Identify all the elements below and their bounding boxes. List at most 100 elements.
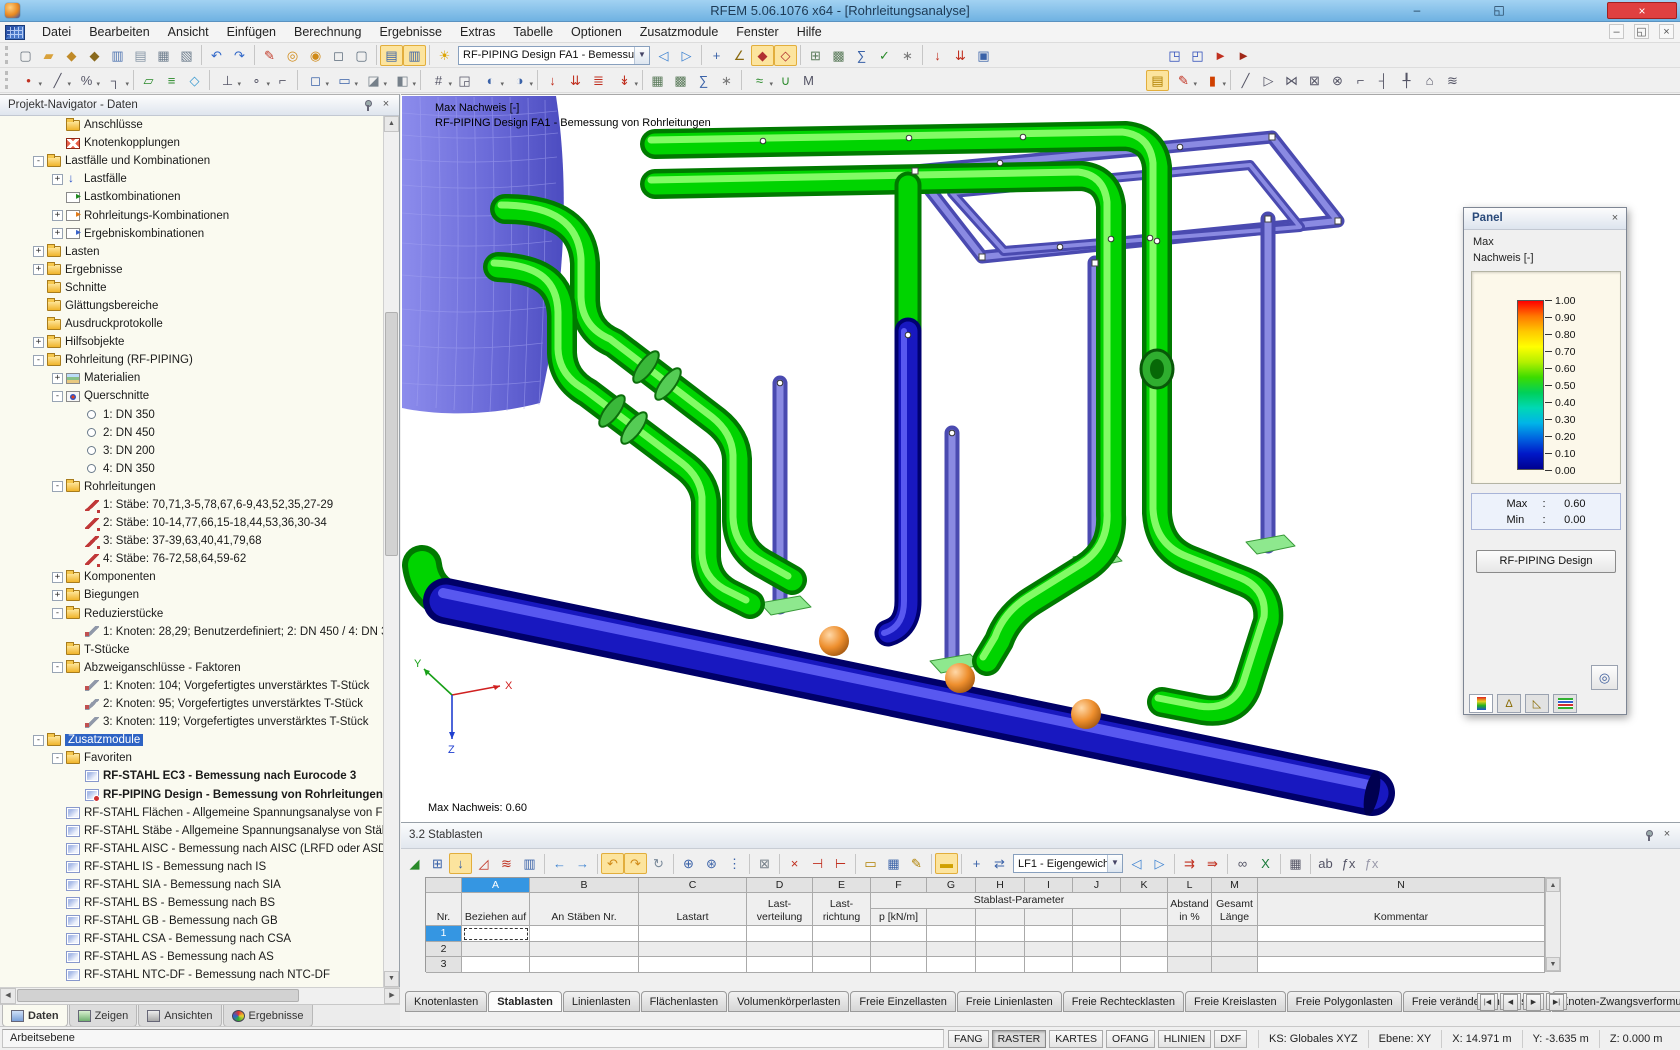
mesh-refine-icon[interactable]: ▩ [669, 70, 692, 91]
combobox-dropdown-icon[interactable]: ▼ [1107, 855, 1122, 872]
calculator-icon[interactable]: ▦ [1284, 853, 1307, 874]
insert-node-member-icon[interactable]: ╀ [1395, 70, 1418, 91]
insert-polyline-icon[interactable]: ▷ [1257, 70, 1280, 91]
toolbar-grip[interactable] [5, 46, 11, 64]
tree-item[interactable]: T-Stücke [0, 641, 384, 659]
case-prev-icon[interactable]: ◁ [1125, 853, 1148, 874]
expander-icon[interactable]: + [33, 264, 44, 275]
menu-item[interactable]: Hilfe [788, 23, 831, 41]
insert-corner-icon[interactable]: ⌐ [1349, 70, 1372, 91]
zoom-node-icon[interactable]: ◉ [304, 45, 327, 66]
ab-equals-icon[interactable]: ab [1314, 853, 1337, 874]
fx-off-icon[interactable]: ƒx [1360, 853, 1383, 874]
mdi-restore-button[interactable]: ◱ [1634, 24, 1649, 39]
column-letter-I[interactable]: I [1025, 878, 1073, 893]
scroll-down-icon[interactable]: ▼ [384, 971, 399, 987]
tree-item[interactable]: + Ergebnisse [0, 261, 384, 279]
cell-N2[interactable] [1258, 942, 1545, 958]
menu-item[interactable]: Fenster [727, 23, 787, 41]
cell-J1[interactable] [1073, 926, 1121, 942]
column-letter-G[interactable]: G [927, 878, 976, 893]
tab-ergebnisse[interactable]: Ergebnisse [223, 1005, 313, 1027]
import-loads-icon[interactable]: + [965, 853, 988, 874]
cell-A3[interactable] [462, 957, 530, 973]
tree-item[interactable]: + Biegungen [0, 586, 384, 604]
cell-E2[interactable] [813, 942, 871, 958]
cell-L2[interactable] [1168, 942, 1212, 958]
cell-B3[interactable] [530, 957, 639, 973]
column-letter-B[interactable]: B [530, 878, 639, 893]
to-module-icon[interactable]: ◳ [1163, 45, 1186, 66]
tree-item[interactable]: - Favoriten [0, 749, 384, 767]
table-refresh-icon[interactable]: ↻ [647, 853, 670, 874]
close-button[interactable]: × [1607, 2, 1677, 19]
status-toggle-button[interactable]: RASTER [992, 1030, 1047, 1048]
column-letter-L[interactable]: L [1168, 878, 1212, 893]
import-model-icon[interactable]: ◆ [60, 45, 83, 66]
new-surface-icon[interactable]: ◇ [183, 70, 206, 91]
column-letter-F[interactable]: F [871, 878, 927, 893]
load-case-combobox[interactable]: LF1 - Eigengewicht ▼ [1013, 854, 1123, 873]
table-tab[interactable]: Knoten-Zwangsverformungen [1552, 991, 1680, 1012]
scrollbar-thumb[interactable] [385, 312, 398, 556]
expander-icon[interactable]: + [33, 246, 44, 257]
insert-cross-icon[interactable]: ⊗ [1326, 70, 1349, 91]
tree-item[interactable]: RF-STAHL AS - Bemessung nach AS [0, 948, 384, 966]
expander-icon[interactable]: - [52, 391, 63, 402]
select-icon[interactable]: ◻ [301, 70, 330, 91]
panel-tab-colorscale-icon[interactable] [1469, 694, 1493, 713]
tree-item[interactable]: Glättungsbereiche [0, 297, 384, 315]
nodal-support-icon[interactable]: ⊥ [213, 70, 242, 91]
insert-bowtie-icon[interactable]: ⋈ [1280, 70, 1303, 91]
cell-E3[interactable] [813, 957, 871, 973]
result-values-icon[interactable]: ◇ [774, 45, 797, 66]
panel-header[interactable]: Panel [1464, 208, 1626, 230]
tree-item[interactable]: 1: Knoten: 104; Vorgefertigtes unverstär… [0, 677, 384, 695]
tree-item[interactable]: Ausdruckprotokolle [0, 315, 384, 333]
scroll-up-icon[interactable]: ▲ [384, 116, 399, 132]
cell-G1[interactable] [927, 926, 976, 942]
tree-item[interactable]: + Lasten [0, 243, 384, 261]
show-navigator-icon[interactable]: ▥ [403, 45, 426, 66]
free-load-icon[interactable]: ↡ [610, 70, 639, 91]
tree-item[interactable]: - Zusatzmodule [0, 731, 384, 749]
color-scale-icon[interactable]: ▮ [1198, 70, 1227, 91]
cell-I3[interactable] [1025, 957, 1073, 973]
results-toggle-icon[interactable]: ≈ [745, 70, 774, 91]
tree-item[interactable]: 4: Stäbe: 76-72,58,64,59-62 [0, 550, 384, 568]
row-details-icon[interactable]: ⋮ [723, 853, 746, 874]
tree-item[interactable]: - Lastfälle und Kombinationen [0, 152, 384, 170]
scroll-up-icon[interactable]: ▲ [1546, 878, 1560, 892]
new-polyline-icon[interactable]: ┐ [101, 70, 130, 91]
cell-F2[interactable] [871, 942, 927, 958]
member-load-icon[interactable]: ⇊ [564, 70, 587, 91]
scrollbar-thumb[interactable] [17, 989, 299, 1002]
tree-item[interactable]: - Reduzierstücke [0, 605, 384, 623]
copy-row-icon[interactable]: ⊛ [700, 853, 723, 874]
tree-item[interactable]: RF-STAHL EC3 - Bemessung nach Eurocode 3 [0, 767, 384, 785]
table-tab[interactable]: Volumenkörperlasten [728, 991, 849, 1012]
visibility-icon[interactable]: ◪ [359, 70, 388, 91]
cell-L3[interactable] [1168, 957, 1212, 973]
toolbar-grip[interactable] [5, 71, 11, 89]
tree-item[interactable]: - Abzweiganschlüsse - Faktoren [0, 659, 384, 677]
open-icon[interactable]: ▰ [37, 45, 60, 66]
column-letter-D[interactable]: D [747, 878, 813, 893]
row-number-1[interactable]: 1 [426, 926, 462, 942]
table-tab[interactable]: Knotenlasten [405, 991, 487, 1012]
menu-item[interactable]: Ergebnisse [370, 23, 451, 41]
table-tab[interactable]: Flächenlasten [641, 991, 728, 1012]
cell-K3[interactable] [1121, 957, 1168, 973]
tree-item[interactable]: 1: DN 350 [0, 406, 384, 424]
jump-left-icon[interactable]: ← [548, 853, 571, 874]
cell-G2[interactable] [927, 942, 976, 958]
line-division-icon[interactable]: % [72, 70, 101, 91]
table-tab[interactable]: Freie Linienlasten [957, 991, 1062, 1012]
table-undo-icon[interactable]: ↶ [601, 853, 624, 874]
print-icon[interactable]: ▦ [152, 45, 175, 66]
wireframe-icon[interactable]: ◐ [476, 70, 505, 91]
panel-tab-factors-icon[interactable]: Δ [1497, 694, 1521, 713]
cell-K2[interactable] [1121, 942, 1168, 958]
tab-zeigen[interactable]: Zeigen [69, 1005, 138, 1027]
load-case-icon[interactable]: ↓ [926, 45, 949, 66]
